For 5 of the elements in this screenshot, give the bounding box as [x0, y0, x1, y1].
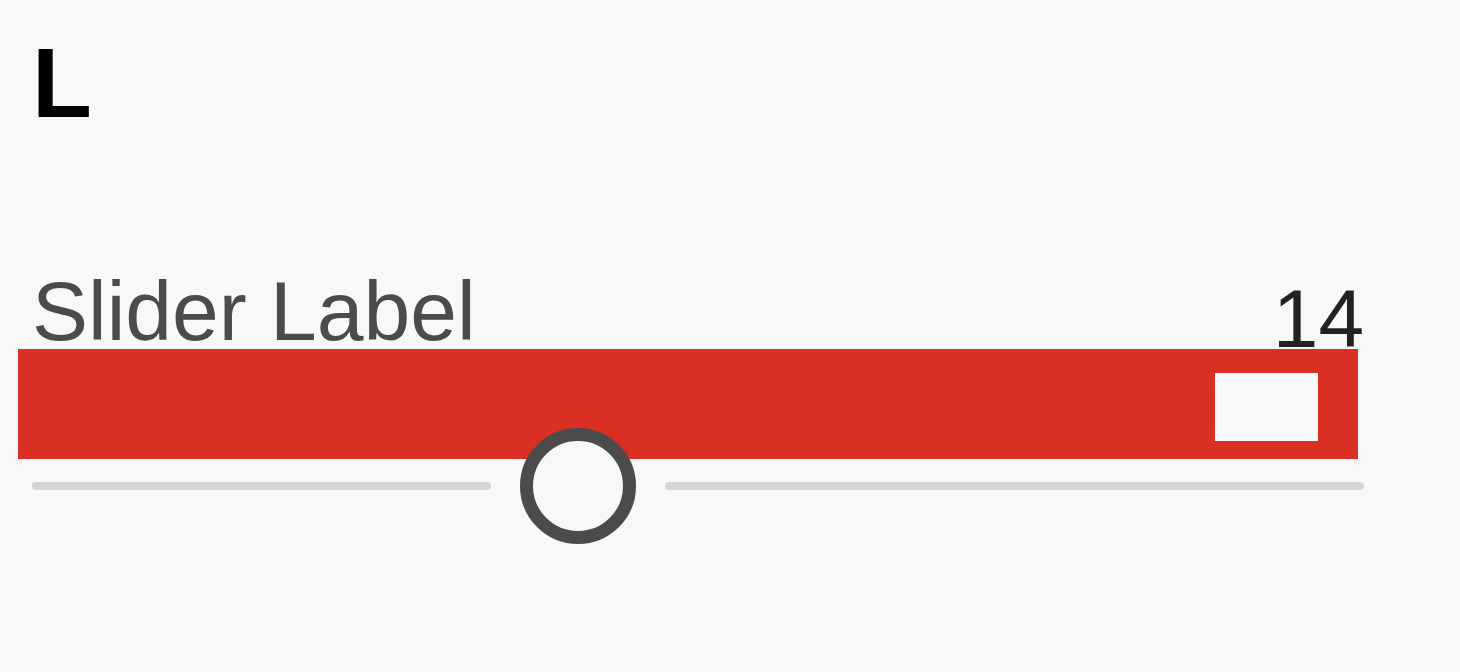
slider-track[interactable] — [32, 428, 1364, 544]
size-heading: L — [32, 34, 92, 132]
slider-value: 14 — [1272, 289, 1364, 349]
blank-tile-icon — [1215, 373, 1318, 441]
slider-label: Slider Label — [32, 276, 476, 346]
